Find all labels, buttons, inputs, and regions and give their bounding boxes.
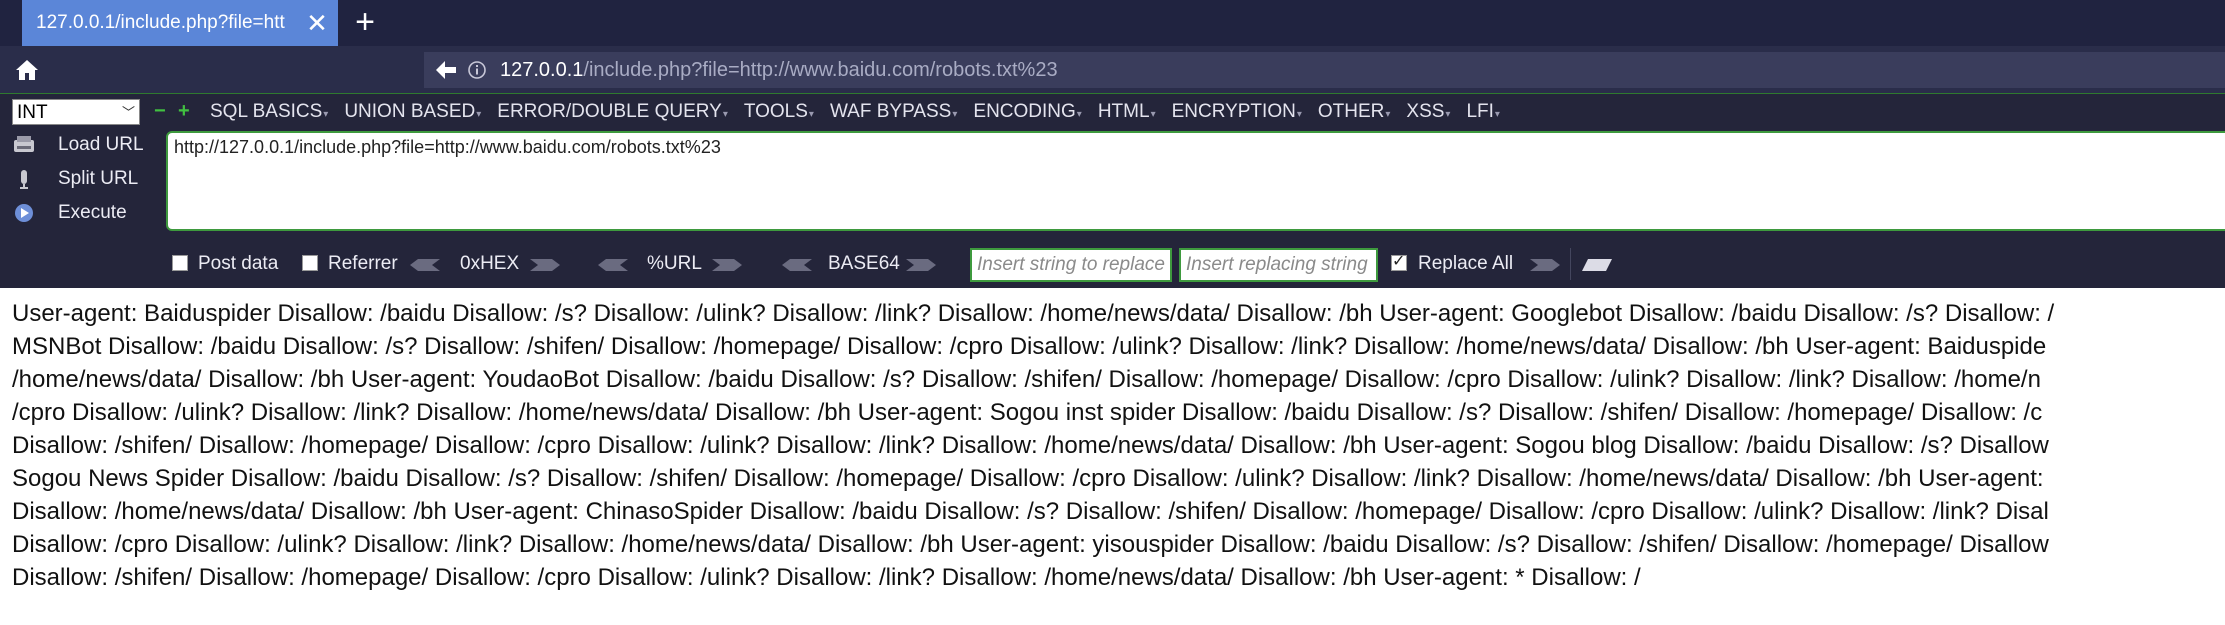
chevron-down-icon: ﹀ — [121, 105, 135, 120]
content-line: MSNBot Disallow: /baidu Disallow: /s? Di… — [12, 333, 2047, 360]
url-encode-label: %URL — [647, 253, 702, 274]
base64-decode-arrow-icon[interactable] — [782, 258, 812, 271]
apply-arrow-icon[interactable] — [1582, 258, 1612, 271]
url-encode-arrow-icon[interactable] — [712, 258, 742, 271]
content-line: Disallow: /home/news/data/ Disallow: /bh… — [12, 498, 2049, 525]
menu-xss[interactable]: XSS▾ — [1406, 98, 1450, 126]
play-icon — [12, 202, 36, 224]
hackbar-menu-bar: SQL BASICS▾ UNION BASED▾ ERROR/DOUBLE QU… — [210, 98, 1516, 126]
content-line: Disallow: /shifen/ Disallow: /homepage/ … — [12, 564, 1641, 591]
content-line: /home/news/data/ Disallow: /bh User-agen… — [12, 366, 2041, 393]
split-url-label: Split URL — [58, 168, 139, 189]
menu-other[interactable]: OTHER▾ — [1318, 98, 1391, 126]
menu-waf-bypass[interactable]: WAF BYPASS▾ — [830, 98, 957, 126]
content-line: User-agent: Baiduspider Disallow: /baidu… — [12, 300, 2055, 327]
menu-html[interactable]: HTML▾ — [1098, 98, 1156, 126]
replace-all-checkbox[interactable] — [1391, 251, 1407, 271]
content-line: /cpro Disallow: /ulink? Disallow: /link?… — [12, 399, 2043, 426]
url-text[interactable]: 127.0.0.1/include.php?file=http://www.ba… — [500, 52, 1058, 88]
close-tab-icon[interactable]: ✕ — [302, 0, 332, 46]
hex-encode-arrow-icon[interactable] — [530, 258, 560, 271]
execute-label: Execute — [58, 202, 127, 223]
info-icon[interactable] — [468, 61, 486, 79]
hackbar-options: Post data Referrer 0xHEX %URL BASE64 Ins… — [0, 244, 2225, 284]
split-url-icon — [12, 168, 36, 190]
referrer-checkbox[interactable] — [302, 255, 318, 271]
home-icon[interactable] — [14, 58, 40, 82]
load-url-label: Load URL — [58, 134, 144, 155]
menu-tools[interactable]: TOOLS▾ — [744, 98, 814, 126]
post-data-label: Post data — [198, 253, 279, 274]
separator — [1570, 248, 1571, 280]
replace-string-input[interactable]: Insert string to replace — [970, 248, 1172, 282]
robots-txt-content: User-agent: Baiduspider Disallow: /baidu… — [12, 297, 2225, 594]
increase-button[interactable]: + — [178, 98, 190, 124]
referrer-label: Referrer — [328, 253, 398, 274]
hackbar-url-input[interactable]: http://127.0.0.1/include.php?file=http:/… — [166, 131, 2225, 231]
replace-arrow-icon[interactable] — [1530, 258, 1560, 271]
address-bar[interactable]: 127.0.0.1/include.php?file=http://www.ba… — [424, 52, 2225, 88]
base64-encode-arrow-icon[interactable] — [906, 258, 936, 271]
base64-label: BASE64 — [828, 253, 900, 274]
menu-union-based[interactable]: UNION BASED▾ — [344, 98, 481, 126]
url-decode-arrow-icon[interactable] — [598, 258, 628, 271]
hex-label: 0xHEX — [460, 253, 520, 274]
browser-tab[interactable]: 127.0.0.1/include.php?file=htt ✕ — [22, 0, 338, 46]
post-data-checkbox[interactable] — [172, 255, 188, 271]
navigation-bar: 127.0.0.1/include.php?file=http://www.ba… — [0, 46, 2225, 93]
content-line: Sogou News Spider Disallow: /baidu Disal… — [12, 465, 2044, 492]
back-arrow-icon[interactable] — [434, 59, 458, 81]
content-line: Disallow: /shifen/ Disallow: /homepage/ … — [12, 432, 2049, 459]
url-path: /include.php?file=http://www.baidu.com/r… — [583, 59, 1058, 81]
replacing-string-input[interactable]: Insert replacing string — [1179, 248, 1378, 282]
menu-lfi[interactable]: LFI▾ — [1466, 98, 1499, 126]
menu-error-double-query[interactable]: ERROR/DOUBLE QUERY▾ — [497, 98, 728, 126]
load-url-icon — [12, 134, 36, 156]
url-host: 127.0.0.1 — [500, 59, 584, 81]
injection-type-select[interactable]: INT ﹀ — [12, 99, 140, 125]
tab-title: 127.0.0.1/include.php?file=htt — [36, 12, 285, 33]
decrease-button[interactable]: − — [154, 98, 166, 124]
new-tab-button[interactable]: + — [350, 0, 380, 46]
content-line: Disallow: /cpro Disallow: /ulink? Disall… — [12, 531, 2049, 558]
hex-decode-arrow-icon[interactable] — [410, 258, 440, 271]
replace-all-label: Replace All — [1418, 253, 1514, 274]
tab-strip: 127.0.0.1/include.php?file=htt ✕ + — [0, 0, 2225, 46]
menu-sql-basics[interactable]: SQL BASICS▾ — [210, 98, 328, 126]
menu-encryption[interactable]: ENCRYPTION▾ — [1172, 98, 1302, 126]
menu-encoding[interactable]: ENCODING▾ — [973, 98, 1081, 126]
injection-type-value: INT — [17, 102, 48, 123]
hackbar-panel: INT ﹀ − + SQL BASICS▾ UNION BASED▾ ERROR… — [0, 93, 2225, 288]
